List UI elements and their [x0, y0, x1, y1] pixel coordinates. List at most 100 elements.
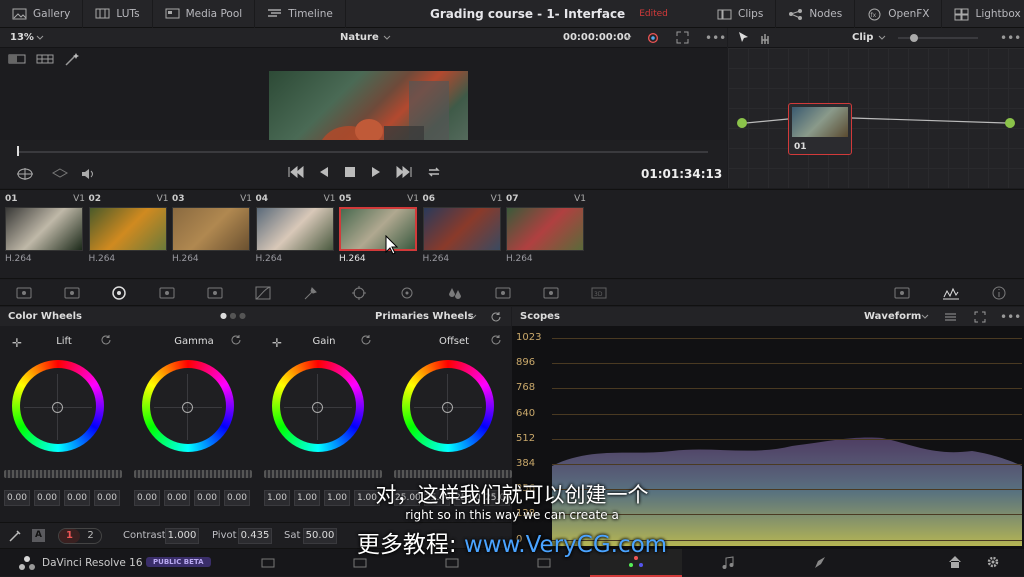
loop-icon[interactable] [426, 166, 442, 178]
motion-effects-icon[interactable] [206, 285, 224, 301]
scope-tick-label: 512 [516, 432, 536, 444]
scopes-title: Scopes [520, 311, 560, 322]
color-match-icon[interactable] [63, 285, 81, 301]
reset-icon[interactable] [100, 334, 112, 346]
clip-thumbnail-04[interactable]: 04 V1 H.264 [255, 194, 336, 274]
clip-number: 01 [5, 194, 18, 204]
power-window-icon[interactable] [350, 285, 368, 301]
scope-tick-label: 768 [516, 382, 536, 394]
chevron-down-icon[interactable] [623, 33, 633, 43]
gallery-button[interactable]: Gallery [0, 0, 84, 28]
viewer-more-icon[interactable]: ••• [705, 31, 726, 45]
key-icon[interactable] [494, 285, 512, 301]
scope-settings-icon[interactable] [944, 311, 957, 323]
grid-view-icon[interactable] [36, 54, 54, 64]
master-wheel-jog[interactable] [134, 470, 252, 478]
clips-button[interactable]: Clips [705, 0, 777, 28]
chevron-down-icon[interactable] [920, 312, 930, 322]
reset-icon[interactable] [490, 311, 502, 323]
expand-icon[interactable] [974, 311, 986, 323]
speaker-icon[interactable] [80, 167, 96, 181]
luts-button[interactable]: LUTs [83, 0, 153, 28]
chevron-down-icon[interactable] [382, 33, 392, 43]
clip-thumbnail-06[interactable]: 06 V1 H.264 [422, 194, 503, 274]
node-01[interactable]: 01 [788, 103, 852, 155]
wheel-center-handle[interactable] [52, 402, 63, 413]
stop-icon[interactable] [344, 166, 356, 178]
go-to-start-icon[interactable] [288, 166, 304, 178]
play-icon[interactable] [370, 166, 382, 178]
reset-icon[interactable] [360, 334, 372, 346]
color-wheels-icon[interactable] [110, 285, 128, 301]
clip-thumbnail-07[interactable]: 07 V1 H.264 [506, 194, 586, 274]
go-to-end-icon[interactable] [396, 166, 412, 178]
source-timecode[interactable]: 00:00:00:00 [563, 32, 631, 43]
chevron-down-icon[interactable] [35, 33, 45, 43]
fullscreen-icon[interactable] [676, 31, 689, 44]
hand-icon[interactable] [758, 31, 772, 45]
openfx-button[interactable]: fx OpenFX [855, 0, 943, 28]
pointer-icon[interactable] [738, 31, 750, 44]
magic-wand-icon[interactable] [64, 52, 80, 66]
nodes-button[interactable]: Nodes [776, 0, 856, 28]
master-wheel-jog[interactable] [394, 470, 512, 478]
info-icon[interactable] [990, 285, 1008, 301]
wheel-center-handle[interactable] [442, 402, 453, 413]
scope-tick-label: 384 [516, 458, 536, 469]
clip-codec: H.264 [506, 254, 533, 264]
3d-icon[interactable]: 3D [590, 285, 608, 301]
camera-raw-icon[interactable] [15, 285, 33, 301]
node-toolbar: Clip ••• [728, 28, 1024, 48]
chevron-down-icon[interactable] [468, 312, 478, 322]
layers-icon[interactable] [52, 168, 68, 180]
scopes-icon[interactable] [942, 285, 960, 301]
viewer-clip-name[interactable]: Nature [340, 32, 379, 43]
curves-icon[interactable] [254, 285, 272, 301]
clip-thumbnail-01[interactable]: 01 V1 H.264 [5, 194, 85, 274]
watermark-prefix: 更多教程: [356, 532, 457, 558]
color-picker-icon[interactable] [645, 31, 661, 45]
node-graph[interactable]: 01 [728, 48, 1024, 188]
record-timecode: 01:01:34:13 [641, 167, 723, 181]
clip-thumbnail-02[interactable]: 02 V1 H.264 [88, 194, 169, 274]
sizing-icon[interactable] [542, 285, 560, 301]
clip-thumbnail-05[interactable]: 05 V1 H.264 [339, 194, 419, 274]
clip-number: 05 [339, 194, 352, 204]
wheel-center-handle[interactable] [312, 402, 323, 413]
node-more-icon[interactable]: ••• [1000, 31, 1021, 45]
blur-icon[interactable] [446, 285, 464, 301]
guide-icon[interactable] [16, 168, 34, 180]
zoom-level[interactable]: 13% [10, 32, 34, 43]
clip-thumbnail-03[interactable]: 03 V1 H.264 [172, 194, 252, 274]
timeline-button[interactable]: Timeline [255, 0, 346, 28]
playhead[interactable] [17, 146, 19, 156]
node-mode[interactable]: Clip [852, 32, 873, 43]
clip-image [422, 207, 501, 251]
scope-mode[interactable]: Waveform [864, 311, 921, 322]
chevron-down-icon[interactable] [877, 33, 887, 43]
wheel-center-handle[interactable] [182, 402, 193, 413]
rgb-mixer-icon[interactable] [158, 285, 176, 301]
media-pool-button[interactable]: Media Pool [153, 0, 256, 28]
media-pool-icon [165, 7, 180, 20]
keyframes-icon[interactable] [893, 285, 911, 301]
crosshair-picker-icon[interactable]: ✛ [272, 336, 282, 350]
crosshair-picker-icon[interactable]: ✛ [12, 336, 22, 350]
reverse-play-icon[interactable] [318, 166, 330, 178]
reset-icon[interactable] [490, 334, 502, 346]
master-wheel-jog[interactable] [264, 470, 382, 478]
wheel-mode[interactable]: Primaries Wheels [375, 311, 474, 322]
timeline-scrubber[interactable] [18, 151, 708, 153]
qualifier-icon[interactable] [302, 285, 320, 301]
lightbox-button[interactable]: Lightbox [942, 0, 1024, 28]
split-view-icon[interactable] [8, 54, 26, 64]
page-dots[interactable]: ● ● ● [220, 311, 246, 320]
palette-toolbar: 3D [0, 280, 1024, 306]
watermark-line: 更多教程: www.VeryCG.com [0, 525, 1024, 559]
reset-icon[interactable] [230, 334, 242, 346]
node-zoom-handle[interactable] [910, 34, 918, 42]
tracker-icon[interactable] [398, 285, 416, 301]
scopes-more-icon[interactable]: ••• [1000, 310, 1021, 324]
master-wheel-jog[interactable] [4, 470, 122, 478]
gallery-icon [12, 7, 27, 20]
